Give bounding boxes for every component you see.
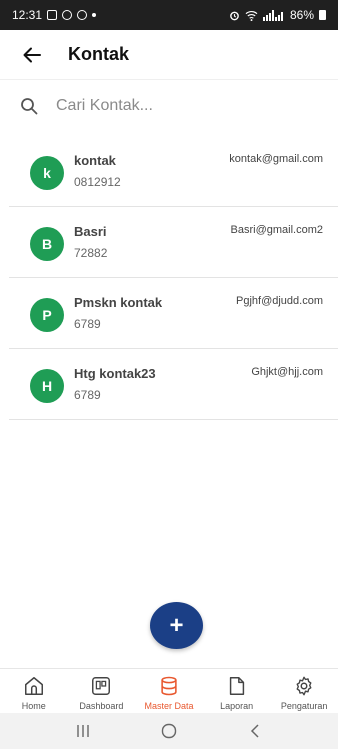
home-system-button[interactable] [149,716,189,746]
app-notification-icon [77,10,88,20]
contact-name: Htg kontak23 [74,366,156,381]
page-title: Kontak [68,44,130,64]
contact-email: Ghjkt@hjj.com [251,366,323,378]
bottom-nav: Home Dashboard Master Data Laporan Penga… [0,668,338,713]
avatar: P [30,298,64,332]
nav-label: Master Data [144,701,194,711]
arrow-left-icon [23,47,41,62]
nav-item-pengaturan[interactable]: Pengaturan [270,669,338,713]
avatar: k [30,156,64,190]
chevron-left-icon [250,724,259,738]
back-system-button[interactable] [235,716,275,746]
gallery-notification-icon [47,10,58,20]
wifi-icon [245,10,258,21]
nav-label: Dashboard [79,701,124,711]
contact-name: Pmskn kontak [74,295,163,310]
document-icon [229,677,244,695]
nav-label: Pengaturan [280,701,328,711]
circle-home-icon [161,723,177,739]
database-icon [161,676,177,696]
contact-phone: 6789 [74,317,101,331]
contact-phone: 0812912 [74,175,121,189]
status-time: 12:31 [12,8,43,22]
back-button[interactable] [20,43,44,67]
home-icon [24,677,43,695]
contact-phone: 72882 [74,246,108,260]
list-item[interactable]: P Pmskn kontak 6789 Pgjhf@djudd.com [9,278,338,349]
contact-email: Basri@gmail.com2 [230,224,323,236]
recent-apps-button[interactable] [63,716,103,746]
nav-item-home[interactable]: Home [0,669,68,713]
nav-item-master-data[interactable]: Master Data [135,669,203,713]
system-nav-bar [0,713,338,749]
contact-name: Basri [74,224,107,239]
dashboard-icon [92,677,111,695]
status-bar: 12:31 86% [0,0,338,30]
list-item[interactable]: H Htg kontak23 6789 Ghjkt@hjj.com [9,349,338,420]
nav-item-dashboard[interactable]: Dashboard [68,669,136,713]
signal-icon [262,9,283,21]
contact-name: kontak [74,153,116,168]
battery-percent: 86% [289,8,314,22]
contact-email: kontak@gmail.com [229,153,323,165]
alarm-icon [230,11,239,20]
nav-label: Home [21,701,46,711]
avatar: H [30,369,64,403]
list-item[interactable]: B Basri 72882 Basri@gmail.com2 [9,207,338,278]
add-contact-button[interactable]: + [150,602,203,649]
search-icon [21,98,38,115]
more-notifications-icon [92,13,97,17]
contact-list: k kontak 0812912 kontak@gmail.com B Basr… [9,136,338,420]
list-item[interactable]: k kontak 0812912 kontak@gmail.com [9,136,338,207]
contact-phone: 6789 [74,388,101,402]
contact-email: Pgjhf@djudd.com [236,295,323,307]
gear-icon [296,676,312,696]
nav-label: Laporan [220,701,254,711]
nav-item-laporan[interactable]: Laporan [203,669,271,713]
battery-icon [319,10,326,20]
notification-icon [62,10,73,20]
search-input[interactable] [56,97,286,115]
recent-apps-icon [77,725,89,737]
search-bar [0,84,338,128]
avatar: B [30,227,64,261]
app-header: Kontak [0,30,338,80]
